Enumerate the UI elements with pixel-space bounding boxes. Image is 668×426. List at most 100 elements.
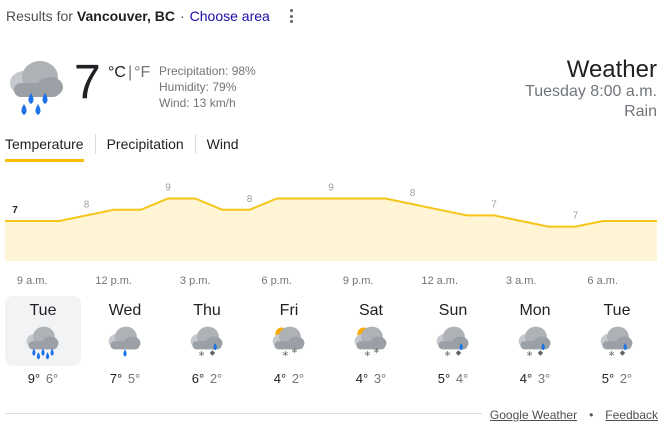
rain-snow-icon: * [190, 326, 223, 362]
tab-wind[interactable]: Wind [207, 134, 239, 162]
forecast-day[interactable]: Fri * * 4° 2° [251, 296, 327, 386]
forecast-temps: 6° 2° [169, 371, 245, 386]
time-tick-label: 3 a.m. [506, 275, 537, 286]
temperature-data-label: 7 [12, 205, 18, 216]
temperature-data-label: 9 [328, 183, 334, 194]
svg-text:*: * [282, 348, 288, 362]
forecast-high: 4° [273, 371, 287, 386]
forecast-day[interactable]: Tue 9° 6° [5, 296, 81, 386]
results-line: Results for Vancouver, BC · Choose area [6, 8, 270, 24]
rain-snow-icon: * [436, 326, 469, 362]
forecast-day-name: Sat [358, 302, 383, 319]
forecast-day-name: Sun [438, 302, 468, 319]
precipitation-text: Precipitation: 98% [159, 64, 256, 78]
rain-snow-icon: * [600, 326, 633, 362]
heavy-rain-icon [26, 326, 59, 360]
forecast-temps: 5° 2° [579, 371, 655, 386]
forecast-temps: 5° 4° [415, 371, 491, 386]
separator: · [179, 8, 185, 24]
forecast-high: 4° [519, 371, 533, 386]
conditions-details: Precipitation: 98% Humidity: 79% Wind: 1… [159, 63, 256, 111]
time-tick-label: 6 p.m. [261, 275, 292, 286]
temperature-data-label: 8 [247, 194, 253, 205]
forecast-temps: 4° 3° [497, 371, 573, 386]
temperature-data-label: 7 [491, 199, 497, 210]
forecast-temps: 7° 5° [87, 371, 163, 386]
unit-divider: | [127, 64, 133, 81]
sun-cloud-snow-icon: * * [354, 326, 387, 362]
forecast-day[interactable]: Wed 7° 5° [87, 296, 163, 386]
temperature-data-label: 7 [573, 211, 579, 222]
temperature-data-label: 8 [410, 188, 416, 199]
celsius-button[interactable]: °C [108, 64, 126, 81]
forecast-day[interactable]: Thu * 6° 2° [169, 296, 245, 386]
cloud-rain-icon [108, 326, 141, 357]
forecast-day[interactable]: Sat * * 4° 3° [333, 296, 409, 386]
more-vert-icon[interactable] [286, 7, 296, 25]
forecast-day-name: Wed [108, 302, 142, 319]
location-name: Vancouver, BC [76, 8, 175, 24]
forecast-low: 5° [127, 371, 141, 386]
temperature-area [5, 198, 657, 261]
sun-cloud-snow-icon: * * [272, 326, 305, 362]
forecast-temps: 4° 3° [333, 371, 409, 386]
daily-forecast: Tue 9° 6° Wed 7° 5° Thu * 6° 2° Fri * * … [5, 296, 661, 386]
weather-condition: Rain [624, 103, 657, 120]
unit-toggle: °C | °F [108, 64, 150, 82]
chart-tabs: Temperature Precipitation Wind [5, 134, 239, 162]
forecast-day-name: Thu [193, 302, 221, 319]
svg-text:*: * [374, 346, 380, 360]
time-tick-label: 12 a.m. [421, 275, 458, 286]
fahrenheit-button[interactable]: °F [134, 64, 150, 81]
forecast-low: 3° [537, 371, 551, 386]
forecast-temps: 9° 6° [5, 371, 81, 386]
forecast-low: 2° [209, 371, 223, 386]
svg-text:*: * [609, 348, 615, 362]
forecast-day[interactable]: Tue * 5° 2° [579, 296, 655, 386]
tab-divider [94, 134, 96, 154]
forecast-day-name: Tue [603, 302, 631, 319]
temperature-data-label: 8 [84, 199, 90, 210]
forecast-temps: 4° 2° [251, 371, 327, 386]
svg-text:*: * [527, 348, 533, 362]
forecast-high: 9° [27, 371, 41, 386]
forecast-day-name: Tue [29, 302, 57, 319]
weather-title: Weather [566, 56, 657, 83]
humidity-text: Humidity: 79% [159, 80, 237, 94]
forecast-high: 5° [601, 371, 615, 386]
choose-area-link[interactable]: Choose area [190, 8, 270, 24]
forecast-high: 7° [109, 371, 123, 386]
forecast-day-name: Fri [279, 302, 299, 319]
tab-precipitation[interactable]: Precipitation [107, 134, 184, 162]
footer: Google Weather • Feedback [481, 408, 658, 422]
forecast-low: 2° [619, 371, 633, 386]
time-tick-label: 6 a.m. [587, 275, 618, 286]
forecast-high: 5° [437, 371, 451, 386]
temperature-data-label: 9 [165, 183, 171, 194]
svg-text:*: * [445, 348, 451, 362]
tab-temperature[interactable]: Temperature [5, 134, 84, 162]
google-weather-link[interactable]: Google Weather [490, 408, 577, 422]
svg-text:*: * [199, 348, 205, 362]
rain-snow-icon: * [518, 326, 551, 362]
time-tick-label: 3 p.m. [180, 275, 211, 286]
forecast-day[interactable]: Sun * 5° 4° [415, 296, 491, 386]
results-prefix: Results for [6, 8, 73, 24]
time-tick-label: 9 a.m. [17, 275, 48, 286]
forecast-day-name: Mon [519, 302, 551, 319]
time-tick-label: 9 p.m. [343, 275, 374, 286]
rain-icon [10, 61, 63, 115]
weather-time: Tuesday 8:00 a.m. [525, 83, 657, 100]
temperature-chart[interactable]: 7 8 9 8 9 8 7 7 9 a.m. 12 p.m. 3 p.m. 6 p.m. 9 p.m. 1… [0, 176, 668, 286]
wind-text: Wind: 13 km/h [159, 96, 236, 110]
forecast-low: 3° [373, 371, 387, 386]
forecast-high: 6° [191, 371, 205, 386]
svg-text:*: * [364, 348, 370, 362]
time-tick-label: 12 p.m. [95, 275, 132, 286]
forecast-high: 4° [355, 371, 369, 386]
current-temperature: 7 [74, 56, 101, 109]
tab-divider [194, 134, 196, 154]
feedback-link[interactable]: Feedback [605, 408, 658, 422]
footer-dot: • [589, 408, 594, 422]
forecast-day[interactable]: Mon * 4° 3° [497, 296, 573, 386]
